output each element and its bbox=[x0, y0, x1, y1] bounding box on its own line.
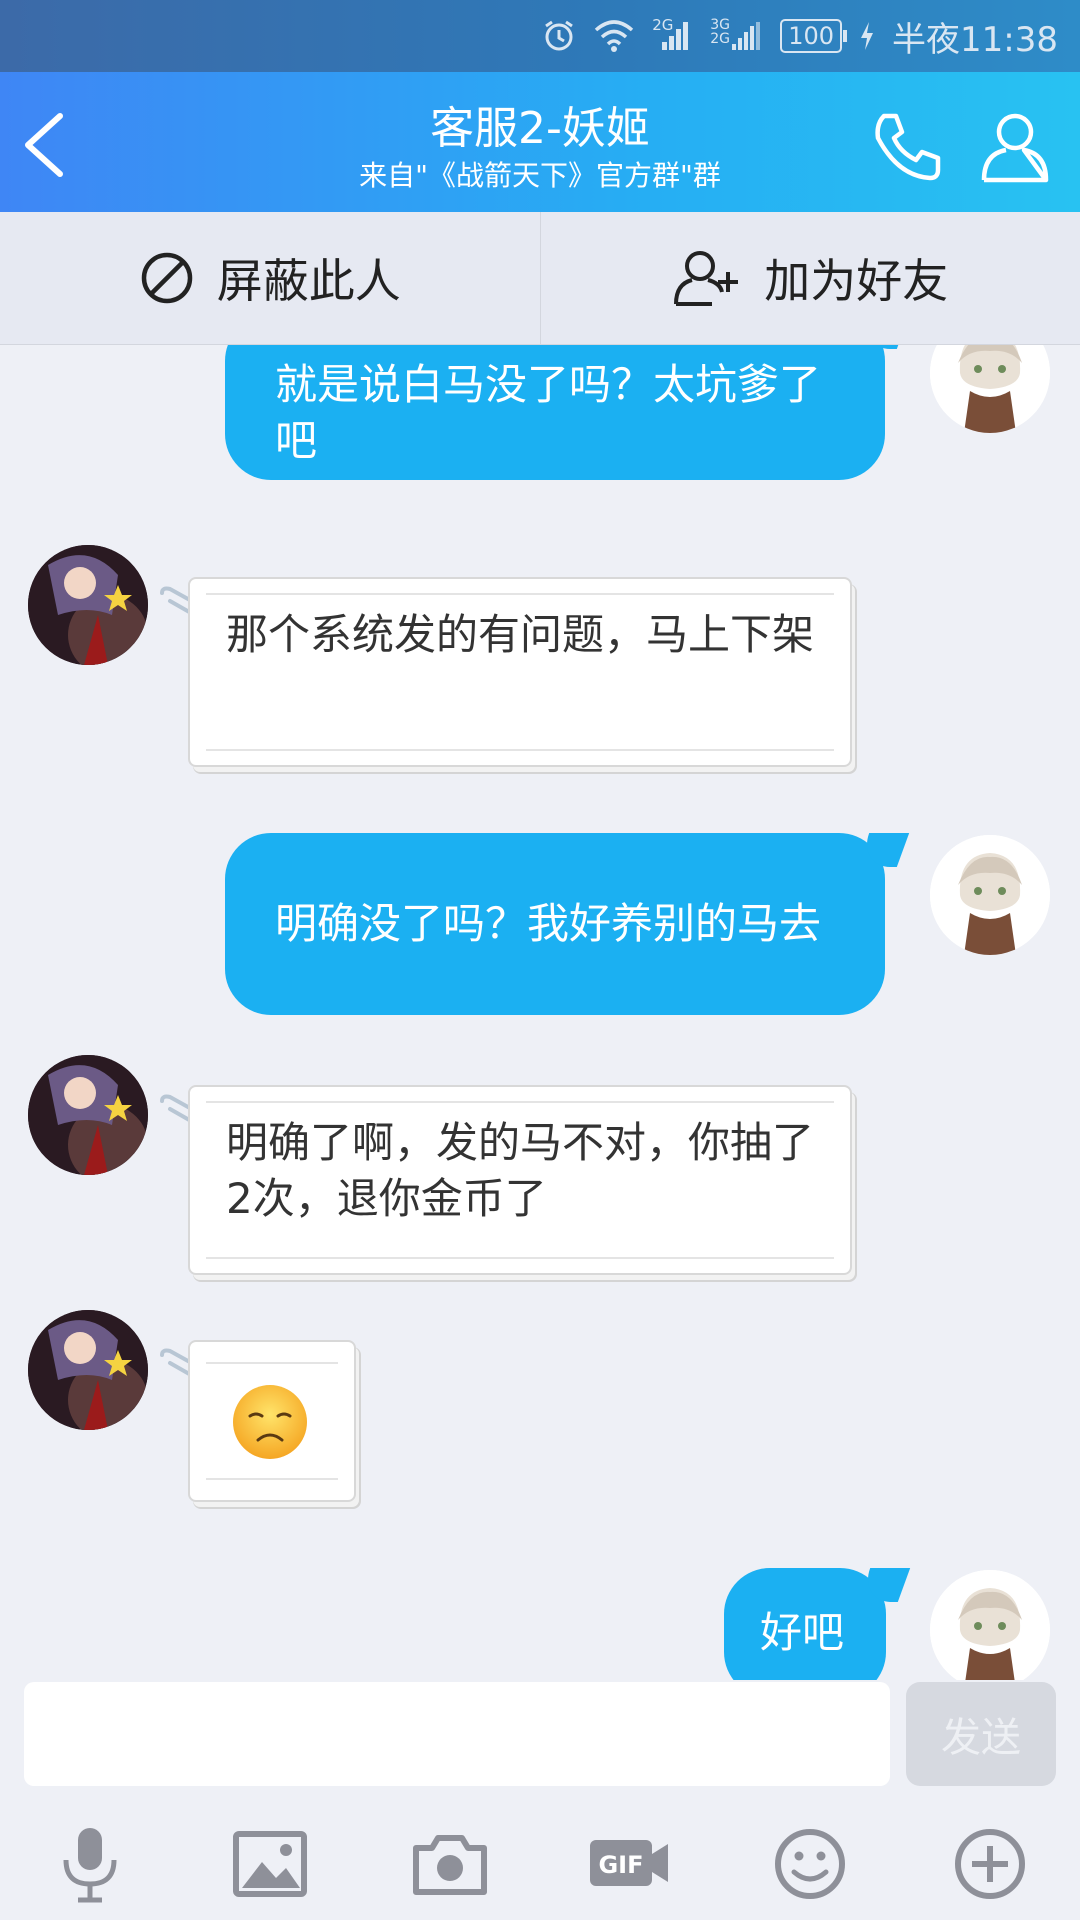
avatar-self[interactable] bbox=[930, 1570, 1050, 1680]
self-avatar-image bbox=[930, 1570, 1050, 1680]
message-text: 就是说白马没了吗？太坑爹了吧 bbox=[275, 359, 822, 465]
charging-icon bbox=[860, 22, 874, 50]
self-avatar-image bbox=[930, 345, 1050, 433]
phone-icon bbox=[875, 113, 941, 181]
message-text: 明确没了吗？我好养别的马去 bbox=[275, 899, 822, 948]
image-icon[interactable] bbox=[230, 1824, 310, 1904]
network-label-1: 2G bbox=[652, 16, 674, 34]
composer: 发送 bbox=[0, 1680, 1080, 1796]
other-avatar-image bbox=[28, 1310, 148, 1430]
add-friend-label: 加为好友 bbox=[764, 254, 949, 308]
emoji-icon[interactable] bbox=[770, 1824, 850, 1904]
self-avatar-image bbox=[930, 835, 1050, 955]
message-bubble-incoming[interactable]: 那个系统发的有问题，马上下架 bbox=[188, 577, 852, 767]
message-input[interactable] bbox=[24, 1682, 890, 1786]
avatar-self[interactable] bbox=[930, 345, 1050, 433]
message-list[interactable]: 就是说白马没了吗？太坑爹了吧 那个系统发的有问题，马上下架 明确没了吗？我好养别… bbox=[0, 345, 1080, 1680]
message-text: 好吧 bbox=[760, 1608, 845, 1657]
wifi-icon bbox=[594, 20, 634, 52]
person-icon bbox=[981, 113, 1049, 183]
note-rule bbox=[206, 593, 834, 595]
add-friend-button[interactable]: 加为好友 bbox=[541, 212, 1080, 344]
title-bar: 客服2-妖姬 来自"《战箭天下》官方群"群 bbox=[0, 72, 1080, 212]
add-friend-icon bbox=[674, 251, 739, 306]
battery-level: 100 bbox=[788, 22, 835, 50]
message-bubble-outgoing[interactable]: 好吧 bbox=[724, 1568, 886, 1680]
action-bar: 屏蔽此人 加为好友 bbox=[0, 212, 1080, 345]
avatar-other[interactable] bbox=[28, 1055, 148, 1175]
message-bubble-outgoing[interactable]: 就是说白马没了吗？太坑爹了吧 bbox=[225, 345, 885, 480]
note-rule bbox=[206, 1257, 834, 1259]
status-time: 半夜11:38 bbox=[892, 19, 1058, 60]
message-bubble-outgoing[interactable]: 明确没了吗？我好养别的马去 bbox=[225, 833, 885, 1015]
microphone-icon[interactable] bbox=[50, 1824, 130, 1904]
avatar-self[interactable] bbox=[930, 835, 1050, 955]
block-icon bbox=[141, 252, 192, 304]
camera-icon[interactable] bbox=[410, 1824, 490, 1904]
note-rule bbox=[206, 1101, 834, 1103]
message-text: 那个系统发的有问题，马上下架 bbox=[226, 610, 815, 659]
signal-icon-2: 3G 2G bbox=[710, 17, 762, 52]
status-bar: 2G 3G 2G 100 半夜11:38 bbox=[0, 0, 1080, 72]
other-avatar-image bbox=[28, 545, 148, 665]
plus-icon[interactable] bbox=[950, 1824, 1030, 1904]
input-toolbar: GIF bbox=[0, 1796, 1080, 1920]
signal-icon-1: 2G bbox=[652, 16, 692, 52]
note-rule bbox=[206, 1362, 338, 1364]
block-user-label: 屏蔽此人 bbox=[216, 254, 401, 308]
avatar-other[interactable] bbox=[28, 1310, 148, 1430]
battery-icon: 100 bbox=[780, 19, 847, 53]
alarm-icon bbox=[542, 19, 576, 53]
profile-button[interactable] bbox=[978, 110, 1052, 184]
message-bubble-incoming[interactable] bbox=[188, 1340, 356, 1502]
call-button[interactable] bbox=[870, 108, 946, 184]
note-rule bbox=[206, 1478, 338, 1480]
other-avatar-image bbox=[28, 1055, 148, 1175]
gif-icon[interactable]: GIF bbox=[588, 1824, 668, 1904]
message-bubble-incoming[interactable]: 明确了啊，发的马不对，你抽了2次，退你金币了 bbox=[188, 1085, 852, 1275]
block-user-button[interactable]: 屏蔽此人 bbox=[0, 212, 540, 344]
message-text: 明确了啊，发的马不对，你抽了2次，退你金币了 bbox=[226, 1118, 815, 1223]
send-button[interactable]: 发送 bbox=[906, 1682, 1056, 1786]
note-rule bbox=[206, 749, 834, 751]
avatar-other[interactable] bbox=[28, 545, 148, 665]
svg-text:GIF: GIF bbox=[598, 1851, 643, 1879]
network-label-2: 3G 2G bbox=[710, 17, 730, 47]
sad-emoji-icon bbox=[233, 1385, 307, 1459]
